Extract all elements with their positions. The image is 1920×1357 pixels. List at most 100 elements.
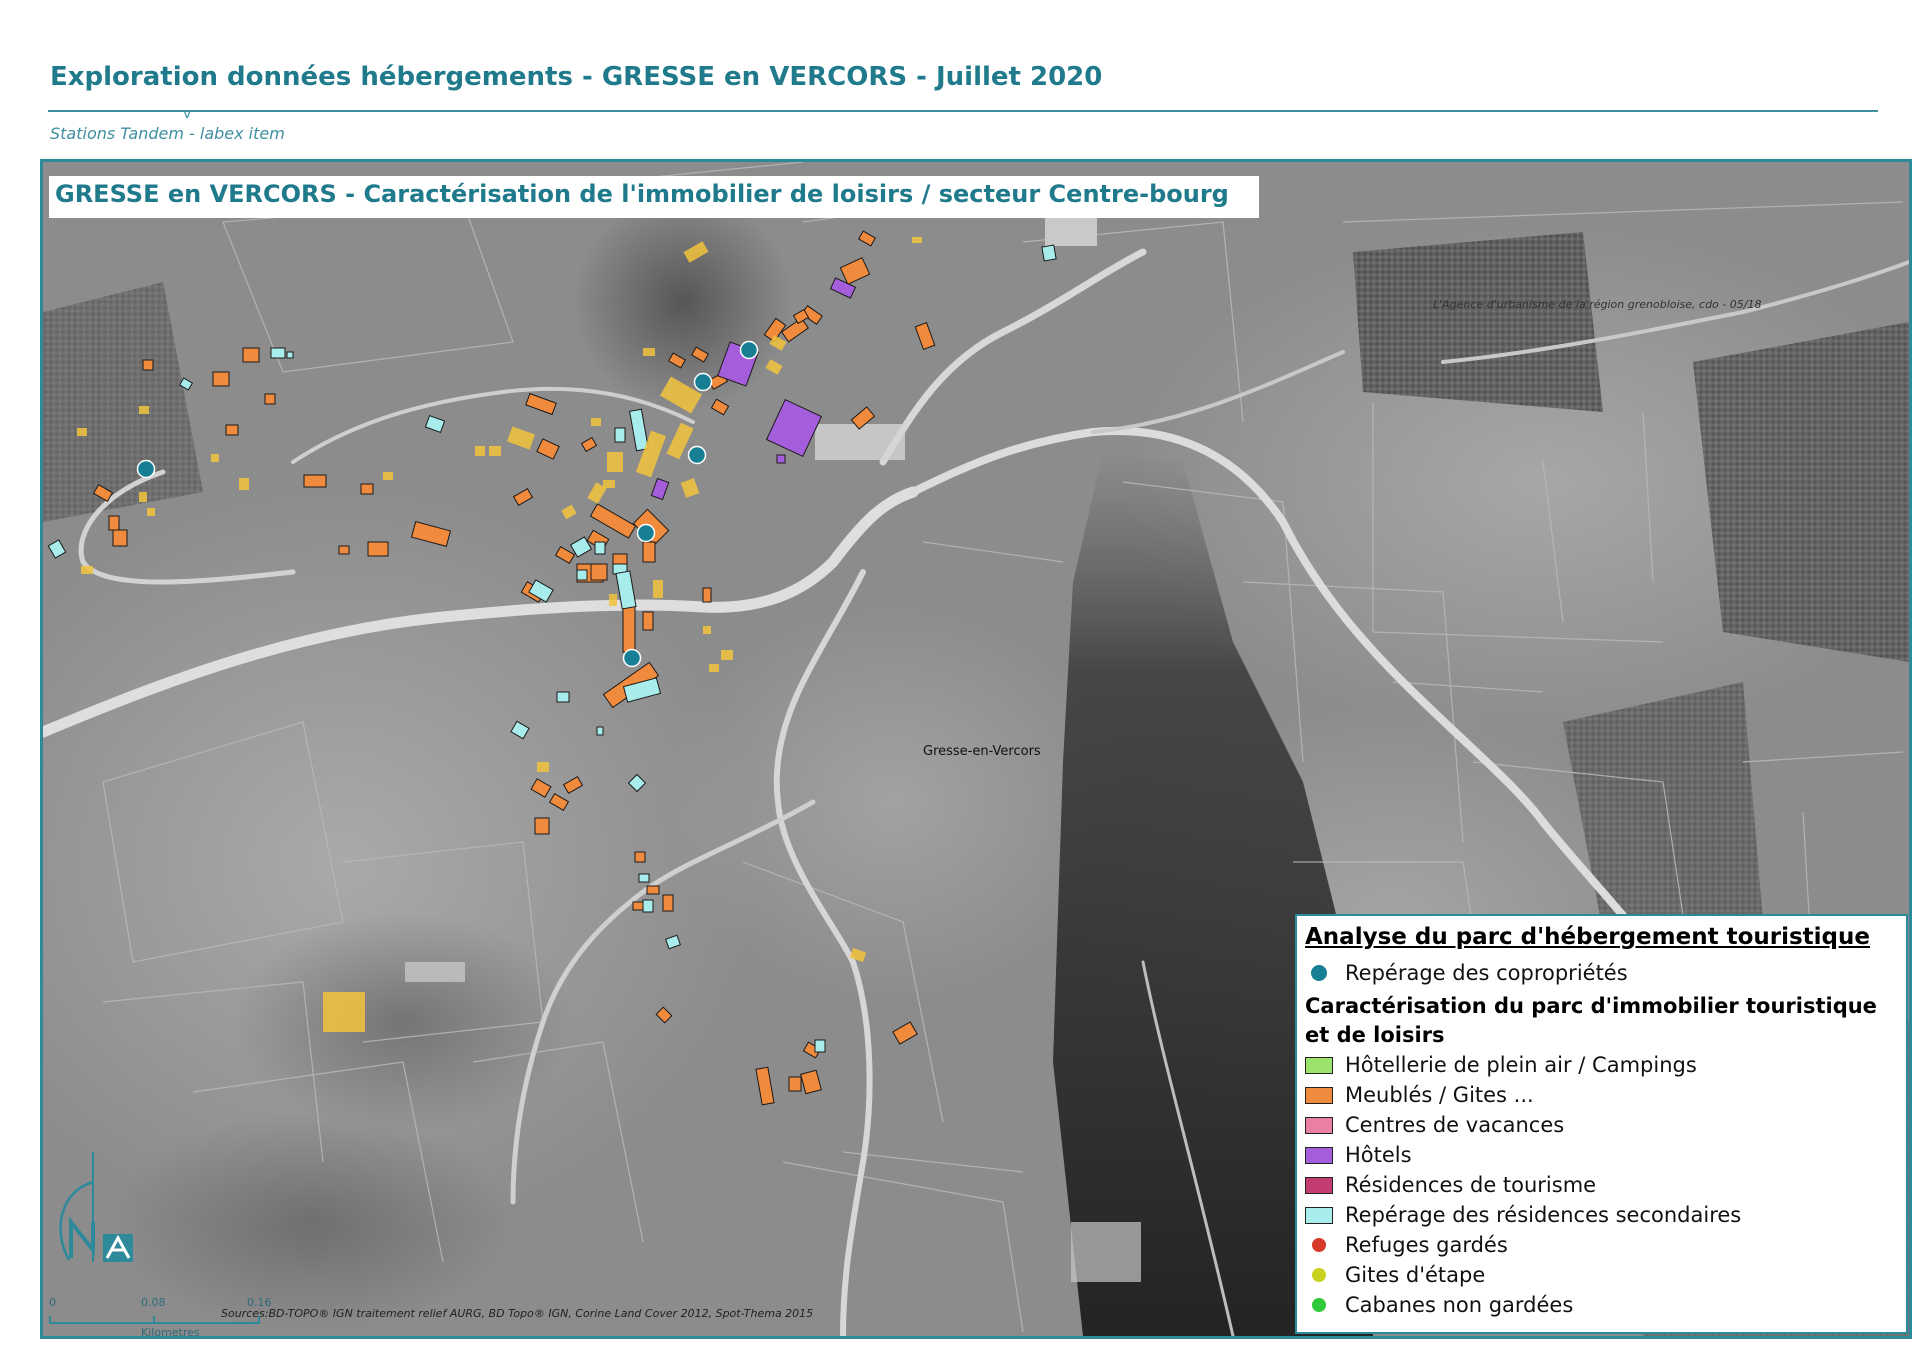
legend-item-cabanes: Cabanes non gardées (1305, 1290, 1898, 1320)
meuble-building[interactable] (632, 901, 644, 911)
map-frame[interactable]: GRESSE en VERCORS - Caractérisation de l… (40, 159, 1912, 1339)
building[interactable] (912, 237, 922, 243)
building[interactable] (609, 594, 617, 606)
building[interactable] (475, 446, 485, 456)
copropriete-marker[interactable] (636, 523, 656, 543)
legend-swatch (1305, 1086, 1333, 1104)
copropriete-marker[interactable] (687, 445, 707, 465)
meuble-building[interactable] (642, 541, 656, 563)
legend-item-residences-secondaires: Repérage des résidences secondaires (1305, 1200, 1898, 1230)
scale-bar-mid (153, 1316, 155, 1324)
copropriete-marker[interactable] (622, 648, 642, 668)
building[interactable] (139, 406, 149, 414)
legend-heading: Caractérisation du parc d'immobilier tou… (1305, 994, 1877, 1047)
scale-bar: 0 0.08 0.16 Kilometres (49, 1286, 289, 1336)
residence-secondaire-building[interactable] (594, 541, 606, 555)
building[interactable] (653, 580, 663, 598)
meuble-building[interactable] (360, 483, 374, 495)
building[interactable] (147, 508, 155, 516)
building[interactable] (721, 650, 733, 660)
building[interactable] (591, 418, 601, 426)
meuble-building[interactable] (622, 601, 636, 653)
building[interactable] (139, 492, 147, 502)
residence-secondaire-building[interactable] (286, 351, 294, 359)
scale-tick: 0.08 (141, 1296, 166, 1309)
meuble-building[interactable] (212, 371, 230, 387)
divider-notch-icon: v (183, 106, 192, 122)
gite-etape-point-icon (1312, 1268, 1326, 1282)
residence-secondaire-building[interactable] (638, 873, 650, 883)
residence-secondaire-building[interactable] (556, 691, 570, 703)
legend-item-label: Hôtellerie de plein air / Campings (1345, 1053, 1697, 1077)
building[interactable] (709, 664, 719, 672)
legend-swatch (1305, 1146, 1333, 1164)
meuble-building[interactable] (142, 359, 154, 371)
copropriete-marker[interactable] (136, 459, 156, 479)
building[interactable] (537, 762, 549, 772)
residence-secondaire-building[interactable] (1041, 244, 1057, 262)
meuble-building[interactable] (702, 587, 712, 603)
legend-item-label: Meublés / Gites ... (1345, 1083, 1534, 1107)
building[interactable] (703, 626, 711, 634)
meuble-building[interactable] (534, 817, 550, 835)
building[interactable] (81, 566, 93, 574)
title-divider (48, 110, 1878, 112)
meuble-building[interactable] (662, 894, 674, 912)
residence-secondaire-building[interactable] (814, 1039, 826, 1053)
building[interactable] (383, 472, 393, 480)
building[interactable] (77, 428, 87, 436)
residence-secondaire-building[interactable] (642, 899, 654, 913)
terrain-light (663, 602, 1123, 1002)
scale-tick: 0.16 (247, 1296, 272, 1309)
forest-patch (1693, 322, 1909, 662)
building[interactable] (603, 480, 615, 488)
copropriete-marker[interactable] (693, 372, 713, 392)
building[interactable] (239, 478, 249, 490)
building[interactable] (643, 348, 655, 356)
parking-area (1071, 1222, 1141, 1282)
legend-swatch (1305, 1116, 1333, 1134)
meuble-building[interactable] (612, 553, 628, 565)
meuble-building[interactable] (646, 885, 660, 895)
copropriete-point-icon (1311, 965, 1327, 981)
building[interactable] (607, 452, 623, 472)
legend-item-refuges: Refuges gardés (1305, 1230, 1898, 1260)
meuble-building[interactable] (108, 515, 120, 531)
town-label: Gresse-en-Vercors (923, 744, 1041, 759)
meuble-building[interactable] (367, 541, 389, 557)
meuble-building[interactable] (242, 347, 260, 363)
legend-item-label: Repérage des copropriétés (1345, 961, 1628, 985)
residence-secondaire-building[interactable] (576, 569, 588, 581)
terrain-shadow (573, 192, 793, 412)
meuble-building[interactable] (590, 563, 608, 581)
hotel-building[interactable] (776, 454, 786, 464)
meuble-building[interactable] (112, 529, 128, 547)
map-sources: Sources:BD-TOPO® IGN traitement relief A… (221, 1307, 814, 1320)
legend-item-hotels: Hôtels (1305, 1140, 1898, 1170)
meuble-building[interactable] (642, 611, 654, 631)
building[interactable] (489, 446, 501, 456)
residence-secondaire-building[interactable] (596, 726, 604, 736)
map-legend: Analyse du parc d'hébergement touristiqu… (1295, 914, 1908, 1334)
legend-swatch (1305, 1056, 1333, 1074)
meuble-building[interactable] (264, 393, 276, 405)
legend-item-gites-etape: Gites d'étape (1305, 1260, 1898, 1290)
legend-item-label: Repérage des résidences secondaires (1345, 1203, 1742, 1227)
legend-swatch (1305, 1206, 1333, 1224)
map-credit: L'Agence d'urbanisme de la région grenob… (1433, 298, 1762, 311)
residence-secondaire-building[interactable] (614, 427, 626, 443)
residence-secondaire-building[interactable] (270, 347, 286, 359)
building[interactable] (323, 992, 365, 1032)
legend-item-label: Centres de vacances (1345, 1113, 1565, 1137)
meuble-building[interactable] (338, 545, 350, 555)
north-arrow-logo-icon (59, 1152, 133, 1262)
legend-item-label: Hôtels (1345, 1143, 1412, 1167)
meuble-building[interactable] (225, 424, 239, 436)
parking-area (405, 962, 465, 982)
meuble-building[interactable] (303, 474, 327, 488)
copropriete-marker[interactable] (739, 340, 759, 360)
legend-item-label: Gites d'étape (1345, 1263, 1486, 1287)
meuble-building[interactable] (634, 851, 646, 863)
building[interactable] (211, 454, 219, 462)
meuble-building[interactable] (788, 1076, 802, 1092)
